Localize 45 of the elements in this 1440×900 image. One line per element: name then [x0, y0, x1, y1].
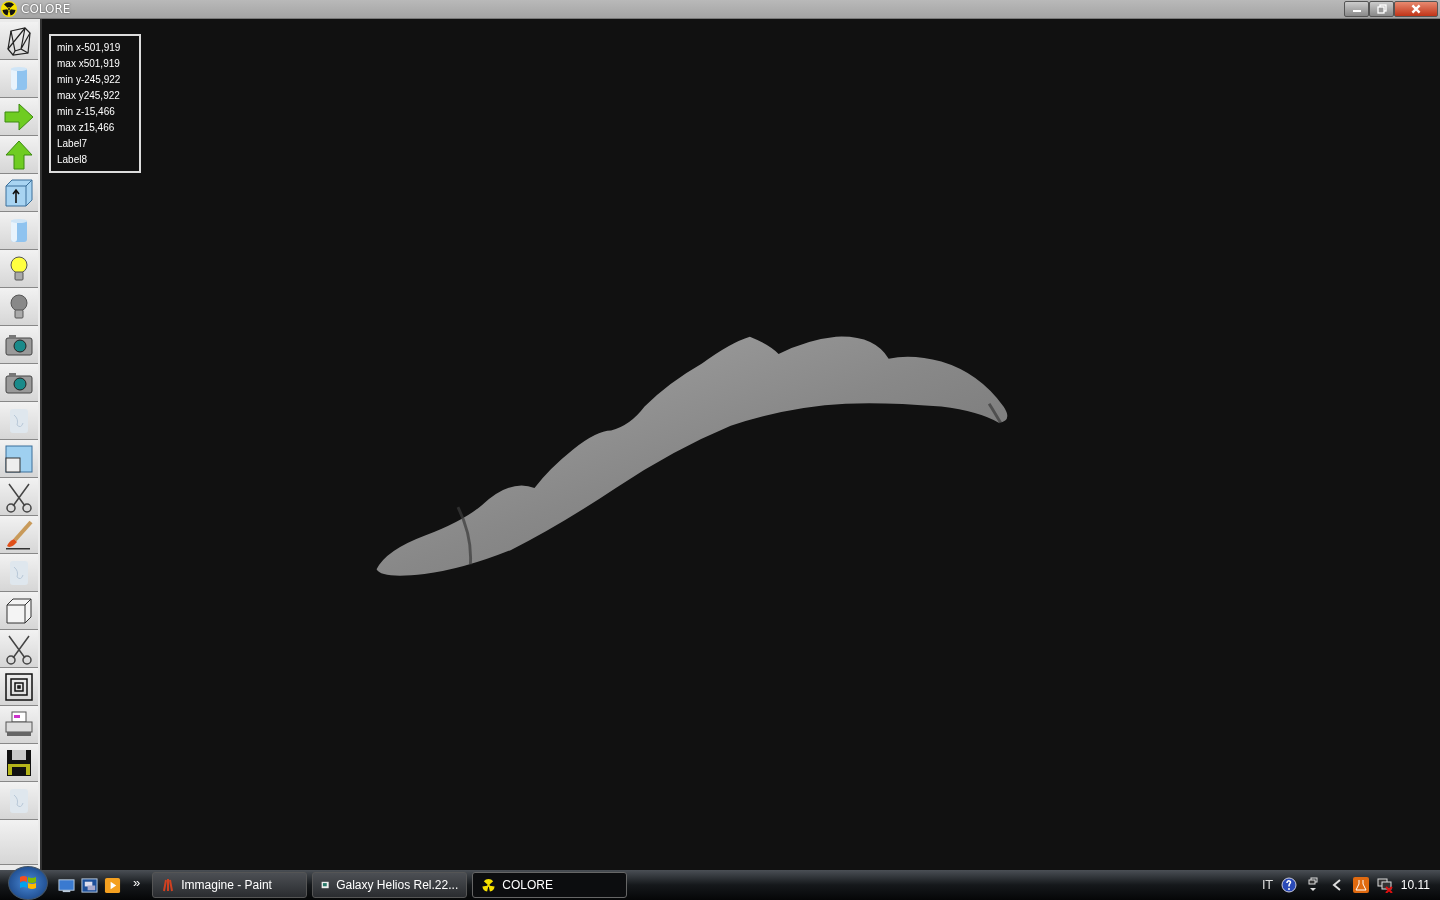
arrow-up-icon — [3, 138, 35, 171]
radiation-icon — [481, 877, 497, 893]
switch-windows-icon[interactable] — [81, 876, 98, 894]
box-arrow-icon — [3, 176, 35, 209]
info-label: max x501,919 — [57, 57, 121, 71]
taskbar-button[interactable]: Immagine - Paint — [152, 872, 308, 898]
toolbar-slot — [0, 820, 38, 865]
info-label: max y245,922 — [57, 89, 121, 103]
desktop-icon[interactable] — [58, 876, 75, 894]
info-label: Label8 — [57, 153, 89, 167]
concentric-squares-icon — [3, 670, 35, 703]
network-disconnected-icon[interactable] — [1376, 877, 1393, 893]
tool-button[interactable] — [0, 478, 38, 516]
help-icon[interactable] — [1280, 877, 1297, 893]
taskbar-button[interactable]: COLORE — [472, 872, 628, 898]
tool-button[interactable] — [0, 22, 38, 60]
info-label: Label7 — [57, 137, 89, 151]
tool-button[interactable] — [0, 326, 38, 364]
language-indicator[interactable]: IT — [1262, 878, 1273, 892]
tool-button[interactable] — [0, 668, 38, 706]
tool-button[interactable] — [0, 630, 38, 668]
overflow-button[interactable]: » — [127, 874, 147, 890]
info-label: min z-15,466 — [57, 105, 116, 119]
info-label: min x-501,919 — [57, 41, 122, 55]
media-player-icon[interactable] — [104, 876, 121, 894]
clock[interactable]: 10.11 — [1400, 878, 1430, 892]
paint-brushes-icon — [161, 878, 176, 892]
brush-icon — [3, 518, 35, 551]
window-icon — [3, 442, 35, 475]
tool-button[interactable] — [0, 174, 38, 212]
start-button[interactable] — [8, 866, 48, 900]
restore-icon — [1376, 4, 1387, 14]
taskbar-button[interactable]: Galaxy Helios Rel.22... — [312, 872, 468, 898]
arrow-right-icon — [3, 100, 35, 133]
tool-button[interactable] — [0, 364, 38, 402]
tool-button[interactable] — [0, 744, 38, 782]
flask-icon[interactable] — [1352, 877, 1369, 893]
close-icon — [1410, 3, 1422, 15]
info-label: min y-245,922 — [57, 73, 122, 87]
minimize-button[interactable] — [1344, 1, 1369, 17]
window-title: COLORE — [21, 2, 71, 16]
radiation-icon — [1, 1, 17, 17]
close-button[interactable] — [1394, 1, 1438, 17]
info-label: max z15,466 — [57, 121, 116, 135]
restore-button[interactable] — [1369, 1, 1394, 17]
